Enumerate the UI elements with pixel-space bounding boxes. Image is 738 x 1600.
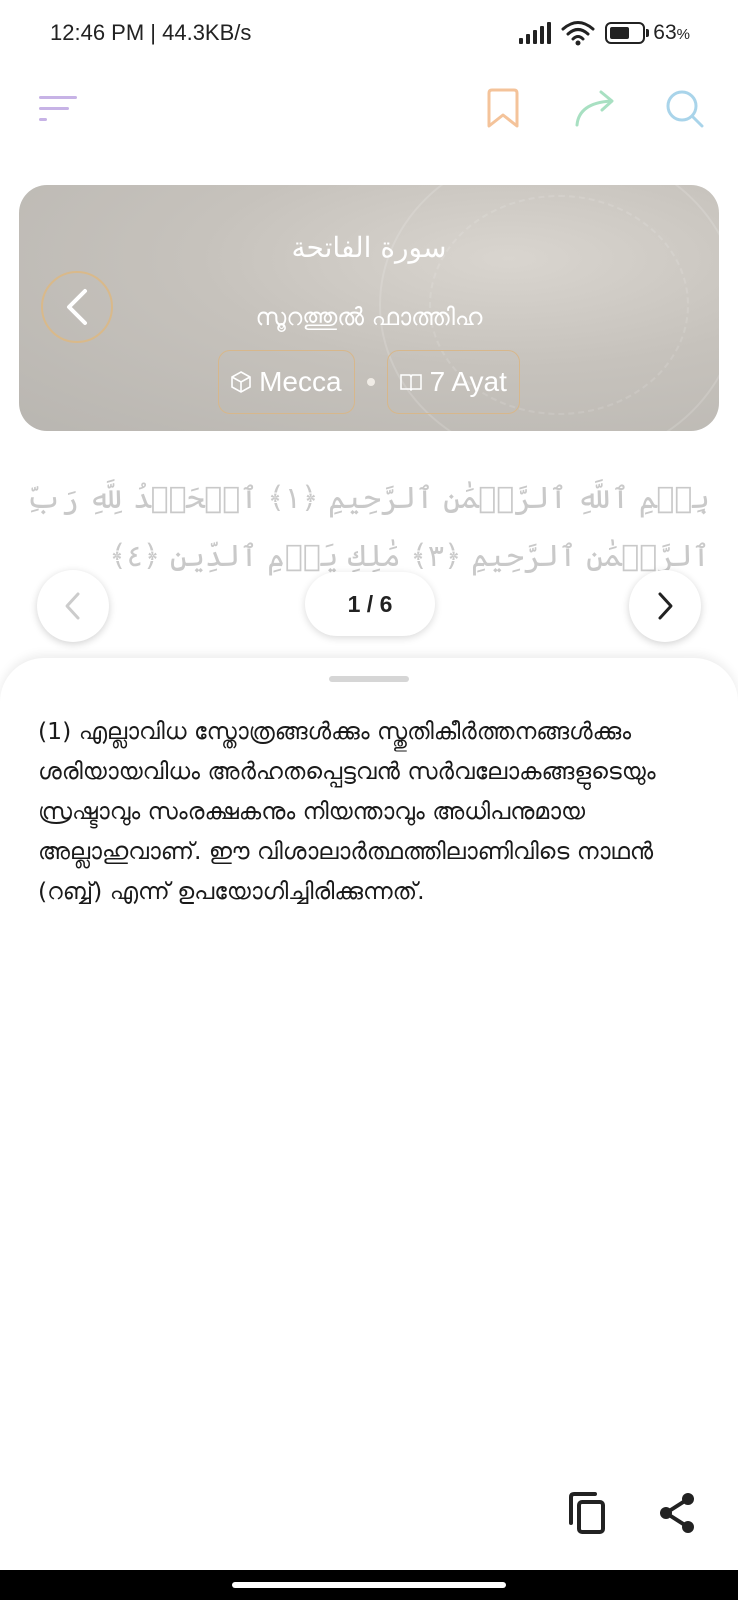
surah-name-malayalam: സൂറത്തുൽ ഫാത്തിഹ	[255, 303, 483, 331]
book-icon	[399, 374, 422, 391]
battery-indicator: 63%	[605, 21, 690, 45]
menu-icon[interactable]	[34, 84, 84, 134]
ayat-badge: 7 Ayat	[386, 350, 520, 414]
previous-page-button[interactable]	[37, 570, 109, 642]
copy-button[interactable]	[562, 1488, 612, 1538]
bookmark-icon[interactable]	[478, 84, 528, 134]
translation-sheet: (1) എല്ലാവിധ സ്തോത്രങ്ങൾക്കും സ്തുതികീർത…	[0, 658, 738, 1600]
ayat-label: 7 Ayat	[429, 366, 507, 397]
chevron-left-icon	[65, 592, 80, 620]
place-badge: Mecca	[218, 350, 355, 414]
kaaba-icon	[231, 371, 251, 393]
battery-fill	[610, 27, 630, 39]
home-indicator[interactable]	[232, 1582, 506, 1588]
top-toolbar	[0, 70, 738, 150]
share-icon	[660, 1493, 694, 1533]
search-icon[interactable]	[660, 84, 710, 134]
next-page-button[interactable]	[629, 570, 701, 642]
surah-info-badges: Mecca 7 Ayat	[19, 350, 719, 414]
status-bar: 12:46 PM | 44.3KB/s 63%	[0, 0, 738, 70]
status-indicators: 63%	[519, 20, 690, 46]
status-time: 12:46 PM | 44.3KB/s	[50, 20, 252, 45]
share-button[interactable]	[652, 1488, 702, 1538]
separator-dot	[366, 378, 375, 386]
system-nav-bar	[0, 1570, 738, 1600]
translation-text: (1) എല്ലാവിധ സ്തോത്രങ്ങൾക്കും സ്തുതികീർത…	[38, 717, 656, 905]
wifi-icon	[561, 21, 595, 46]
surah-name-arabic: سورة الفاتحة	[291, 231, 447, 264]
arabic-verses: بِسۡمِ ٱللَّهِ ٱلرَّحۡمَٰنِ ٱلرَّحِيمِ ﴿…	[30, 470, 710, 586]
page-indicator: 1 / 6	[305, 572, 435, 636]
place-label: Mecca	[259, 366, 342, 397]
battery-unit: %	[676, 26, 690, 43]
share-arrow-icon[interactable]	[571, 84, 621, 134]
battery-icon	[605, 22, 646, 44]
surah-header-card: سورة الفاتحة സൂറത്തുൽ ഫാത്തിഹ Mecca 7 Ay…	[19, 185, 719, 431]
sheet-drag-handle[interactable]	[329, 676, 409, 682]
chevron-right-icon	[658, 592, 673, 620]
arabic-line-1: بِسۡمِ ٱللَّهِ ٱلرَّحۡمَٰنِ ٱلرَّحِيمِ ﴿…	[30, 481, 710, 516]
signal-icon	[519, 22, 552, 44]
battery-percent: 63	[653, 21, 677, 44]
copy-icon	[569, 1492, 605, 1534]
